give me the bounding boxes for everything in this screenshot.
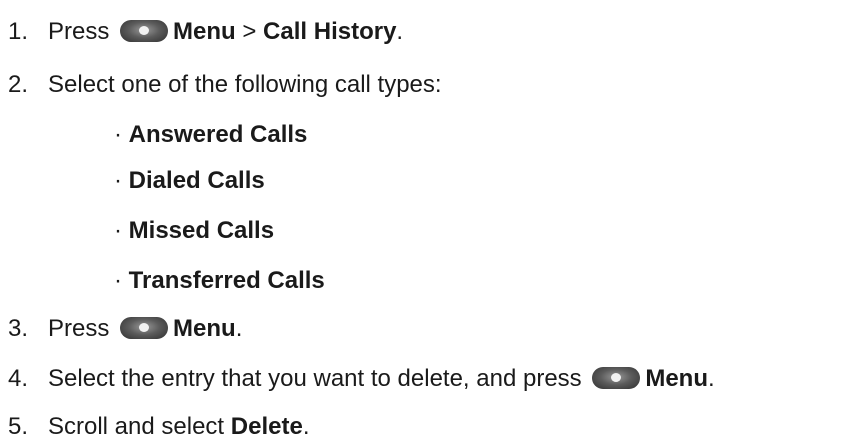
menu-label: Menu bbox=[173, 315, 236, 342]
call-type-item: · Answered Calls bbox=[114, 120, 307, 150]
period: . bbox=[235, 315, 243, 342]
step-text: Select one of the following call types: bbox=[48, 71, 442, 98]
menu-button-icon bbox=[120, 20, 169, 42]
delete-label: Delete bbox=[230, 413, 303, 440]
step-number: 5. bbox=[8, 413, 29, 440]
bullet: · bbox=[114, 167, 122, 194]
call-type-label: Dialed Calls bbox=[128, 167, 265, 194]
step-number: 3. bbox=[8, 315, 29, 342]
menu-label: Menu bbox=[173, 18, 236, 45]
call-type-item: · Missed Calls bbox=[114, 216, 274, 246]
menu-button-icon bbox=[120, 317, 169, 339]
step-5: 5. Scroll and select Delete. bbox=[0, 412, 309, 442]
step-2: 2. Select one of the following call types… bbox=[0, 70, 442, 100]
menu-button-icon bbox=[592, 367, 641, 389]
step-text: Press bbox=[48, 18, 117, 45]
step-text: Select the entry that you want to delete… bbox=[48, 365, 589, 392]
step-text: Press bbox=[48, 315, 117, 342]
step-number: 2. bbox=[8, 71, 29, 98]
call-type-label: Missed Calls bbox=[128, 217, 275, 244]
step-3: 3. Press Menu. bbox=[0, 314, 242, 344]
bullet: · bbox=[114, 217, 122, 244]
period: . bbox=[302, 413, 310, 440]
step-4: 4. Select the entry that you want to dele… bbox=[0, 364, 715, 394]
bullet: · bbox=[114, 267, 122, 294]
call-type-item: · Transferred Calls bbox=[114, 266, 325, 296]
call-type-label: Transferred Calls bbox=[128, 267, 325, 294]
separator: > bbox=[235, 18, 264, 45]
step-number: 4. bbox=[8, 365, 29, 392]
call-history-label: Call History bbox=[263, 18, 397, 45]
step-number: 1. bbox=[8, 18, 29, 45]
step-text: Scroll and select bbox=[48, 413, 231, 440]
step-1: 1. Press Menu > Call History. bbox=[0, 17, 403, 47]
call-type-item: · Dialed Calls bbox=[114, 166, 265, 196]
call-type-label: Answered Calls bbox=[128, 121, 308, 148]
menu-label: Menu bbox=[645, 365, 708, 392]
period: . bbox=[396, 18, 404, 45]
bullet: · bbox=[114, 121, 122, 148]
period: . bbox=[708, 365, 715, 392]
